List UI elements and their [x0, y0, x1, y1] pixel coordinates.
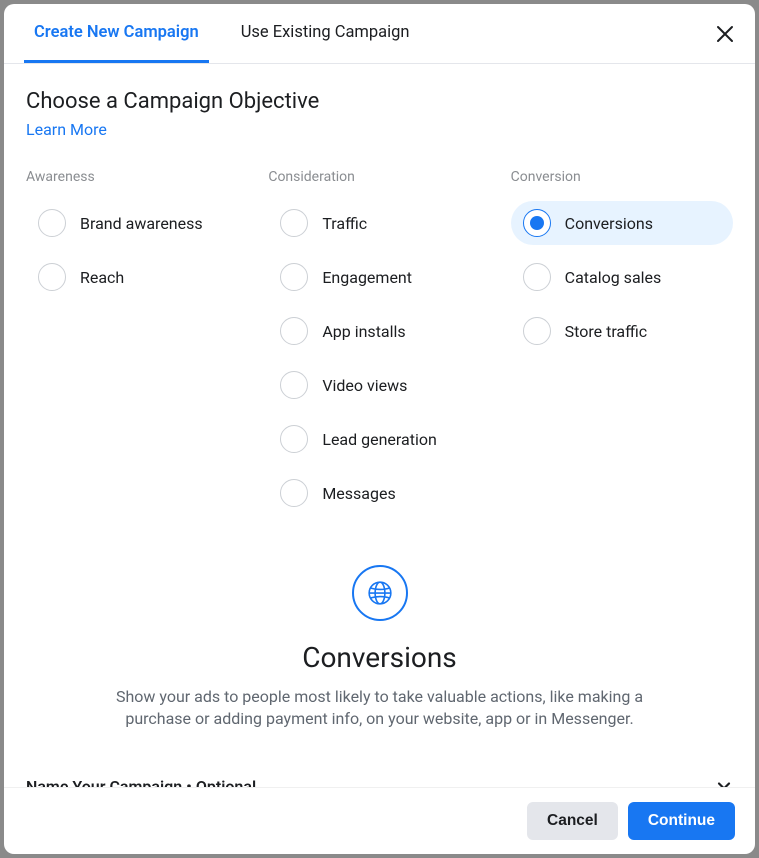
content-area: Choose a Campaign Objective Learn More A…	[4, 64, 755, 787]
x-icon	[716, 25, 734, 43]
objective-messages[interactable]: Messages	[268, 471, 490, 515]
column-title-consideration: Consideration	[268, 169, 490, 185]
objective-brand-awareness[interactable]: Brand awareness	[26, 201, 248, 245]
radio-icon	[280, 479, 308, 507]
tabs-bar: Create New Campaign Use Existing Campaig…	[4, 4, 755, 64]
detail-title: Conversions	[86, 641, 673, 674]
radio-label: Messages	[322, 484, 395, 503]
objective-store-traffic[interactable]: Store traffic	[511, 309, 733, 353]
detail-description: Show your ads to people most likely to t…	[86, 686, 673, 731]
objective-traffic[interactable]: Traffic	[268, 201, 490, 245]
close-icon[interactable]	[715, 24, 735, 44]
radio-label: Lead generation	[322, 430, 436, 449]
objective-columns: Awareness Brand awareness Reach Consider…	[26, 169, 733, 525]
continue-button[interactable]: Continue	[628, 802, 735, 840]
radio-icon	[38, 209, 66, 237]
radio-icon	[280, 371, 308, 399]
radio-label: Engagement	[322, 268, 412, 287]
objective-app-installs[interactable]: App installs	[268, 309, 490, 353]
radio-label: Store traffic	[565, 322, 648, 341]
footer: Cancel Continue	[4, 787, 755, 854]
objective-video-views[interactable]: Video views	[268, 363, 490, 407]
radio-label: Traffic	[322, 214, 367, 233]
column-awareness: Awareness Brand awareness Reach	[26, 169, 248, 525]
globe-icon	[352, 565, 408, 621]
campaign-modal: Create New Campaign Use Existing Campaig…	[4, 4, 755, 854]
radio-label: App installs	[322, 322, 405, 341]
radio-label: Catalog sales	[565, 268, 662, 287]
column-consideration: Consideration Traffic Engagement App ins…	[268, 169, 490, 525]
radio-label: Video views	[322, 376, 407, 395]
objective-catalog-sales[interactable]: Catalog sales	[511, 255, 733, 299]
radio-icon	[523, 263, 551, 291]
name-campaign-label: Name Your Campaign • Optional	[26, 777, 256, 787]
radio-icon	[38, 263, 66, 291]
objective-engagement[interactable]: Engagement	[268, 255, 490, 299]
objective-reach[interactable]: Reach	[26, 255, 248, 299]
chevron-down-icon	[715, 777, 733, 787]
radio-label: Reach	[80, 268, 124, 287]
learn-more-link[interactable]: Learn More	[26, 120, 107, 139]
name-campaign-toggle[interactable]: Name Your Campaign • Optional	[26, 771, 733, 787]
objective-conversions[interactable]: Conversions	[511, 201, 733, 245]
objective-lead-generation[interactable]: Lead generation	[268, 417, 490, 461]
radio-icon	[280, 209, 308, 237]
objective-detail: Conversions Show your ads to people most…	[26, 565, 733, 731]
column-conversion: Conversion Conversions Catalog sales Sto…	[511, 169, 733, 525]
radio-icon	[280, 263, 308, 291]
column-title-awareness: Awareness	[26, 169, 248, 185]
tab-create-new[interactable]: Create New Campaign	[24, 4, 209, 63]
cancel-button[interactable]: Cancel	[527, 802, 618, 840]
page-title: Choose a Campaign Objective	[26, 89, 733, 114]
radio-icon	[280, 317, 308, 345]
tab-use-existing[interactable]: Use Existing Campaign	[231, 4, 420, 63]
radio-icon	[280, 425, 308, 453]
radio-icon	[523, 209, 551, 237]
column-title-conversion: Conversion	[511, 169, 733, 185]
radio-label: Brand awareness	[80, 214, 203, 233]
radio-label: Conversions	[565, 214, 653, 233]
radio-icon	[523, 317, 551, 345]
